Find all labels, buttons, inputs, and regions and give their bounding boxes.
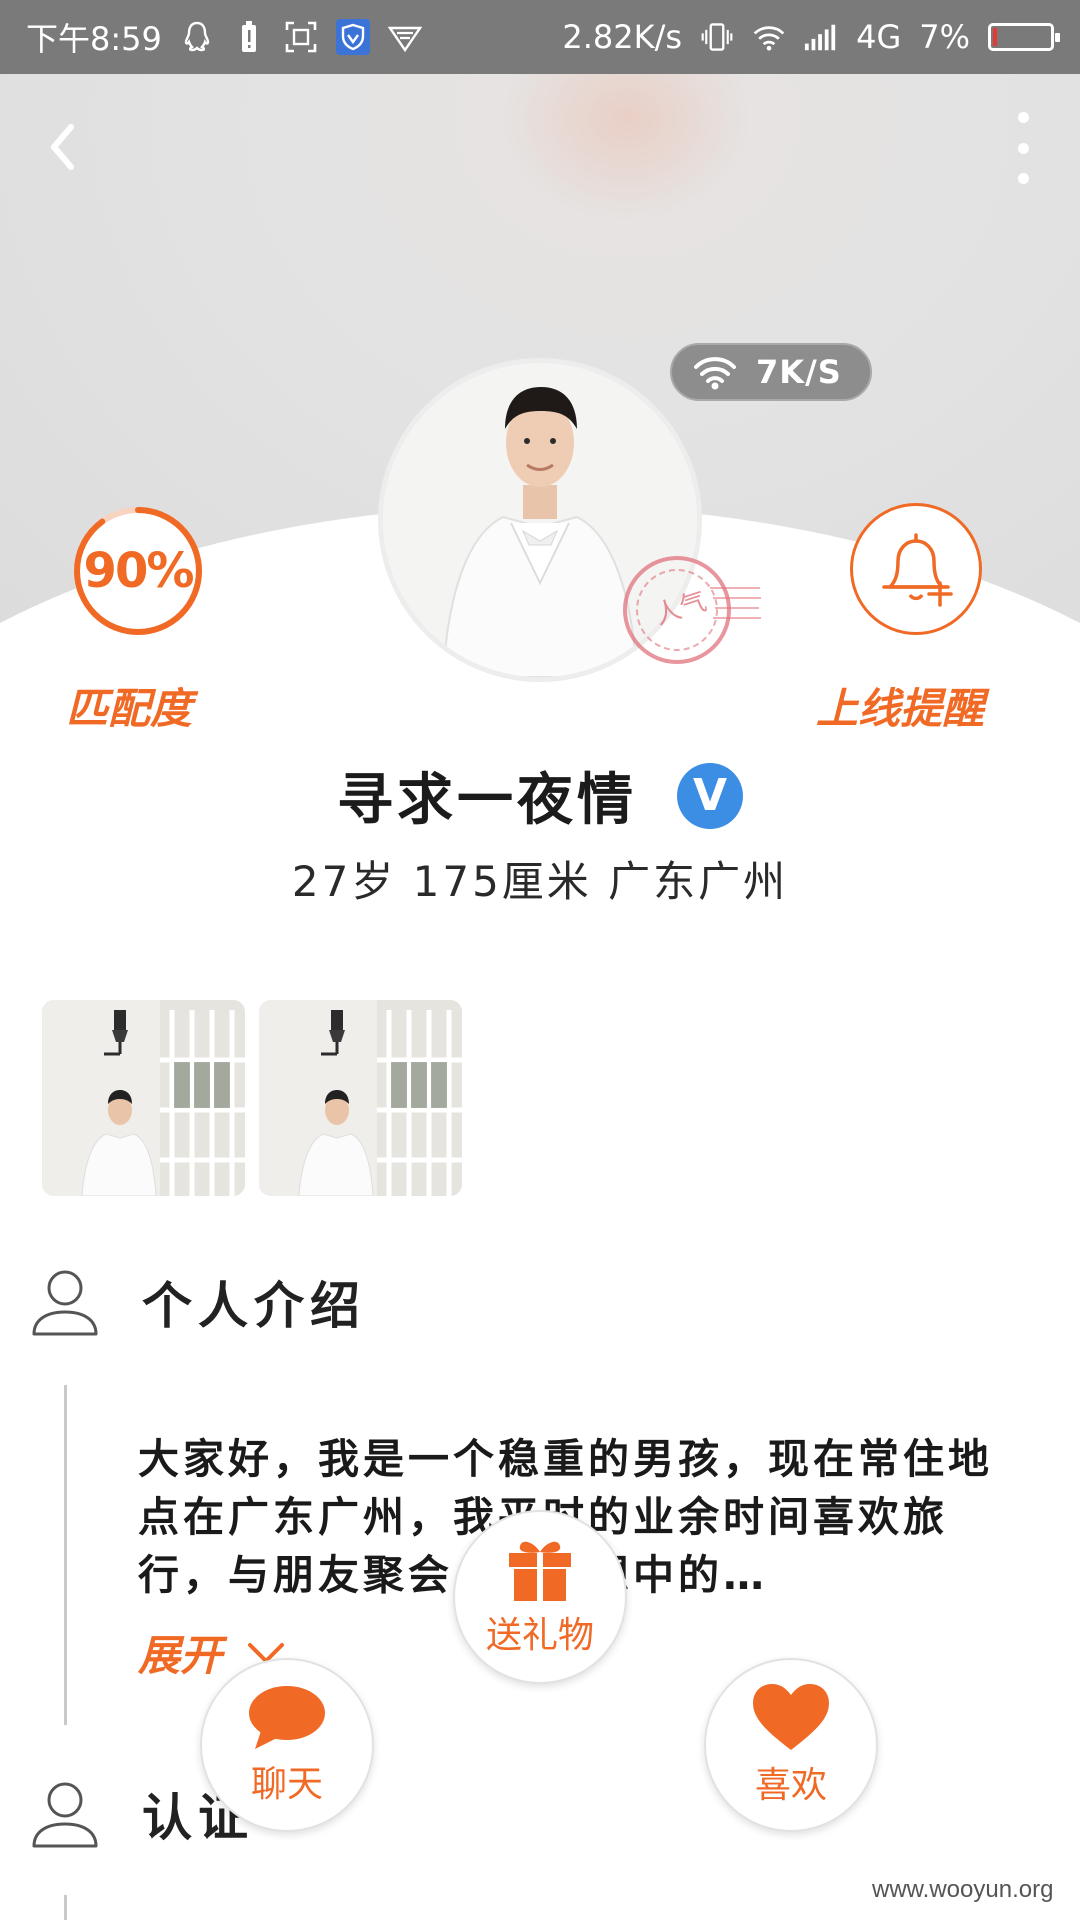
profile-screen: 下午8:59 2.82K/s 4G 7% 7K/S 人气 90% 匹配度 上线提… bbox=[0, 0, 1080, 1920]
basic-info: 27岁 175厘米 广东广州 bbox=[291, 857, 789, 906]
stamp-text: 人气 bbox=[651, 586, 710, 631]
more-options-button[interactable] bbox=[1010, 112, 1036, 184]
popularity-stamp: 人气 bbox=[623, 556, 761, 664]
like-button[interactable]: 喜欢 bbox=[704, 1658, 878, 1832]
remind-label: 上线提醒 bbox=[816, 684, 985, 733]
nickname-row: 寻求一夜情 V bbox=[0, 755, 1080, 836]
online-remind-button[interactable] bbox=[850, 503, 982, 635]
back-button[interactable] bbox=[40, 112, 84, 182]
speed-badge-text: 7K/S bbox=[756, 353, 842, 391]
gift-icon bbox=[509, 1541, 571, 1601]
intro-section-header: 个人介绍 bbox=[30, 1266, 366, 1338]
photo-gallery bbox=[42, 1000, 462, 1196]
bell-plus-icon bbox=[882, 533, 953, 607]
nickname: 寻求一夜情 bbox=[337, 768, 637, 833]
watermark: www.wooyun.org bbox=[872, 1876, 1054, 1903]
battery-alert-icon bbox=[232, 19, 266, 55]
chat-button[interactable]: 聊天 bbox=[200, 1658, 374, 1832]
expand-label: 展开 bbox=[138, 1631, 223, 1680]
battery-percent: 7% bbox=[919, 18, 970, 56]
chat-bubble-icon bbox=[249, 1686, 325, 1749]
speed-badge: 7K/S bbox=[670, 343, 872, 401]
timeline-rail bbox=[64, 1895, 67, 1920]
person-icon bbox=[32, 1270, 98, 1336]
screenshot-icon bbox=[284, 19, 318, 55]
vibrate-icon bbox=[700, 19, 734, 55]
signal-icon bbox=[804, 19, 838, 55]
chat-label: 聊天 bbox=[250, 1764, 323, 1805]
shield-icon bbox=[335, 19, 370, 55]
battery-icon bbox=[988, 23, 1060, 51]
network-type: 4G bbox=[856, 18, 902, 56]
like-label: 喜欢 bbox=[754, 1765, 827, 1806]
heart-icon bbox=[753, 1684, 829, 1750]
send-gift-button[interactable]: 送礼物 bbox=[453, 1510, 627, 1684]
net-speed: 2.82K/s bbox=[562, 18, 683, 56]
photo-thumbnail[interactable] bbox=[42, 1000, 245, 1196]
vpn-wifi-icon bbox=[387, 19, 422, 55]
gift-label: 送礼物 bbox=[485, 1615, 594, 1656]
qq-icon bbox=[180, 19, 214, 55]
match-score: 90% bbox=[70, 503, 206, 639]
status-time: 下午8:59 bbox=[26, 20, 162, 58]
wifi-icon bbox=[752, 19, 786, 55]
verified-badge: V bbox=[677, 762, 743, 829]
timeline-rail bbox=[64, 1385, 67, 1725]
wifi-icon bbox=[694, 357, 736, 390]
status-bar: 下午8:59 2.82K/s 4G 7% bbox=[0, 0, 1080, 74]
chevron-left-icon bbox=[51, 124, 74, 170]
photo-thumbnail[interactable] bbox=[259, 1000, 462, 1196]
intro-title: 个人介绍 bbox=[142, 1277, 366, 1335]
person-icon bbox=[32, 1782, 98, 1848]
match-label: 匹配度 bbox=[66, 684, 193, 733]
match-percent: 90% bbox=[83, 543, 195, 599]
